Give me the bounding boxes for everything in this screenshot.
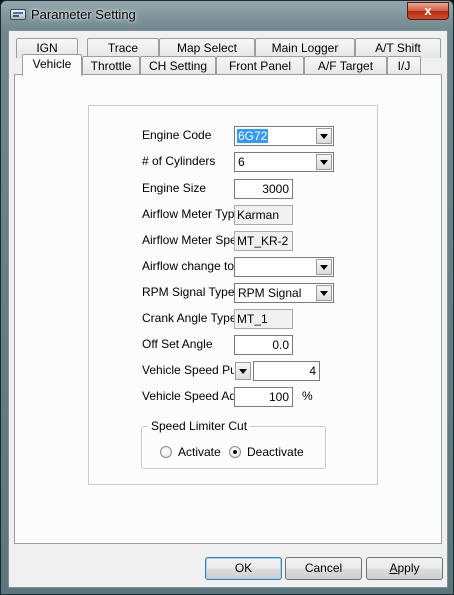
rpm-signal-select[interactable]: RPM Signal bbox=[234, 283, 334, 303]
percent-unit: % bbox=[302, 389, 313, 403]
tab-throttle[interactable]: Throttle bbox=[82, 56, 140, 76]
chevron-down-icon[interactable] bbox=[316, 285, 332, 301]
engine-code-value: 6G72 bbox=[237, 129, 269, 143]
tab-ch-setting[interactable]: CH Setting bbox=[140, 56, 216, 76]
engine-code-select[interactable]: 6G72 bbox=[234, 126, 334, 146]
apply-accelerator: A bbox=[389, 561, 398, 575]
crank-angle-field: MT_1 bbox=[234, 309, 293, 329]
vehicle-speed-pulse-field[interactable]: 4 bbox=[253, 361, 320, 381]
speed-limiter-legend: Speed Limiter Cut bbox=[148, 419, 251, 433]
parameter-setting-window: Parameter Setting x IGN Trace Map Select… bbox=[0, 0, 454, 595]
offset-angle-field[interactable]: 0.0 bbox=[234, 335, 293, 355]
window-title: Parameter Setting bbox=[31, 7, 136, 22]
tab-at-shift[interactable]: A/T Shift bbox=[355, 38, 441, 58]
rpm-signal-label: RPM Signal Type bbox=[142, 285, 235, 299]
tab-ij[interactable]: I/J bbox=[387, 56, 421, 76]
tab-vehicle[interactable]: Vehicle bbox=[22, 54, 82, 76]
tab-main-logger[interactable]: Main Logger bbox=[255, 38, 355, 58]
cylinders-label: # of Cylinders bbox=[142, 154, 216, 168]
chevron-down-icon[interactable] bbox=[235, 362, 251, 380]
airflow-meter-type-field: Karman bbox=[234, 205, 293, 225]
rpm-signal-value: RPM Signal bbox=[238, 286, 302, 300]
airflow-change-select[interactable] bbox=[234, 257, 334, 277]
title-bar[interactable]: Parameter Setting x bbox=[1, 1, 453, 29]
cylinders-value: 6 bbox=[238, 155, 245, 169]
close-button[interactable]: x bbox=[407, 2, 449, 20]
cylinders-select[interactable]: 6 bbox=[234, 152, 334, 172]
tab-front-panel[interactable]: Front Panel bbox=[216, 56, 304, 76]
vehicle-speed-pulse-label: Vehicle Speed Puls bbox=[142, 363, 234, 377]
airflow-meter-type-label: Airflow Meter Type bbox=[142, 207, 234, 221]
engine-size-label: Engine Size bbox=[142, 181, 207, 195]
ok-button[interactable]: OK bbox=[205, 557, 282, 580]
cancel-button[interactable]: Cancel bbox=[285, 557, 362, 580]
engine-size-field[interactable]: 3000 bbox=[234, 179, 293, 199]
offset-angle-label: Off Set Angle bbox=[142, 337, 213, 351]
vehicle-settings-group: Engine Code 6G72 # of Cylinders 6 Engine… bbox=[88, 105, 378, 485]
deactivate-radio[interactable] bbox=[229, 446, 241, 458]
vehicle-tab-panel: Engine Code 6G72 # of Cylinders 6 Engine… bbox=[14, 74, 442, 544]
deactivate-label[interactable]: Deactivate bbox=[247, 445, 304, 459]
chevron-down-icon[interactable] bbox=[316, 128, 332, 144]
airflow-meter-spec-field: MT_KR-2 bbox=[234, 231, 293, 251]
app-icon bbox=[10, 9, 26, 20]
airflow-change-label: Airflow change to bbox=[142, 259, 235, 273]
tab-map-select[interactable]: Map Select bbox=[159, 38, 255, 58]
activate-label[interactable]: Activate bbox=[178, 445, 221, 459]
engine-code-label: Engine Code bbox=[142, 128, 212, 142]
activate-radio[interactable] bbox=[160, 446, 172, 458]
vehicle-speed-adj-field[interactable]: 100 bbox=[234, 387, 293, 407]
tab-af-target[interactable]: A/F Target bbox=[304, 56, 387, 76]
airflow-meter-spec-label: Airflow Meter Spec bbox=[142, 233, 234, 247]
vehicle-speed-adj-label: Vehicle Speed Adj. bbox=[142, 389, 234, 403]
speed-limiter-group: Speed Limiter Cut Activate Deactivate bbox=[141, 419, 326, 469]
chevron-down-icon[interactable] bbox=[316, 154, 332, 170]
tab-trace[interactable]: Trace bbox=[87, 38, 159, 58]
dialog-client-area: IGN Trace Map Select Main Logger A/T Shi… bbox=[8, 30, 448, 588]
chevron-down-icon[interactable] bbox=[316, 259, 332, 275]
apply-label-rest: pply bbox=[397, 561, 420, 575]
crank-angle-label: Crank Angle Type bbox=[142, 311, 237, 325]
apply-button[interactable]: Apply bbox=[366, 557, 443, 580]
